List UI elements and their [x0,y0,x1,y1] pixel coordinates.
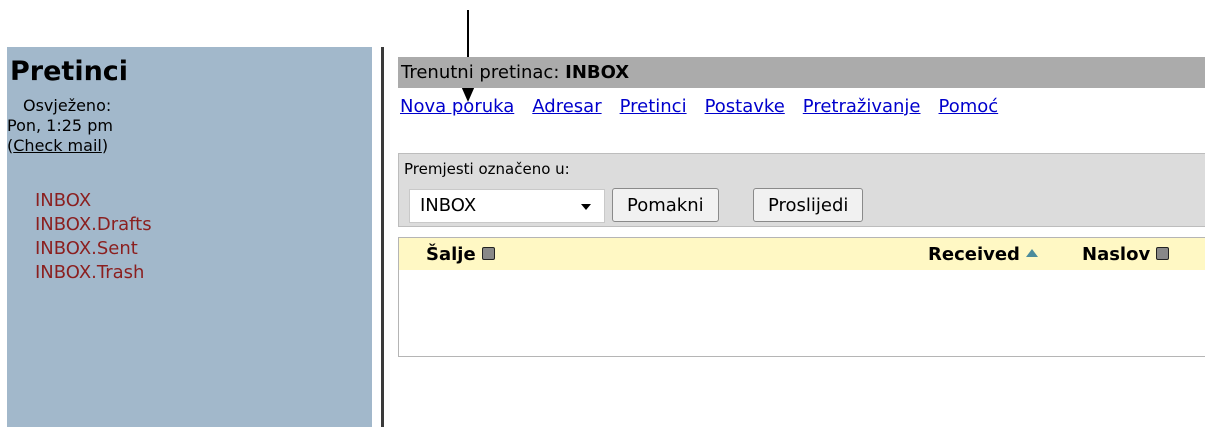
chevron-down-icon [581,204,591,210]
column-from[interactable]: Šalje [426,244,495,265]
sort-icon[interactable] [1156,246,1170,260]
column-from-label: Šalje [426,244,476,265]
column-subject[interactable]: Naslov [1082,244,1170,265]
refresh-time: Pon, 1:25 pm [7,116,113,135]
nav-help[interactable]: Pomoć [939,96,999,117]
target-folder-select[interactable]: INBOX [409,189,605,223]
column-received[interactable]: Received [928,244,1038,265]
folder-list: INBOX INBOX.Drafts INBOX.Sent INBOX.Tras… [35,189,152,285]
sort-icon[interactable] [481,246,495,260]
current-folder-label: Trenutni pretinac: [401,62,566,83]
refresh-label: Osvježeno: [23,96,112,115]
move-label: Premjesti označeno u: [404,160,570,178]
move-button[interactable]: Pomakni [612,188,719,222]
folder-sidebar: Pretinci Osvježeno: Pon, 1:25 pm (Check … [7,47,372,427]
nav-compose[interactable]: Nova poruka [400,96,514,117]
frame-divider[interactable] [381,47,384,427]
folder-link-drafts[interactable]: INBOX.Drafts [35,213,152,237]
folder-link-sent[interactable]: INBOX.Sent [35,237,152,261]
main-nav: Nova poruka Adresar Pretinci Postavke Pretra… [400,96,1016,117]
check-mail: (Check mail) [7,136,108,155]
current-folder-bar: Trenutni pretinac: INBOX [398,57,1205,88]
nav-folders[interactable]: Pretinci [620,96,687,117]
forward-button[interactable]: Proslijedi [753,188,864,222]
current-folder-name: INBOX [565,62,630,83]
message-list-header: Šalje Received Naslov [399,238,1205,270]
target-folder-value: INBOX [420,195,477,216]
message-list: Šalje Received Naslov [398,237,1205,357]
move-toolbar: Premjesti označeno u: INBOX Pomakni Pros… [398,153,1205,227]
check-mail-paren-close: ) [101,136,109,155]
folder-link-inbox[interactable]: INBOX [35,189,152,213]
sort-ascending-icon[interactable] [1025,249,1038,257]
sidebar-title: Pretinci [10,56,129,87]
column-subject-label: Naslov [1082,244,1151,265]
nav-options[interactable]: Postavke [705,96,785,117]
column-received-label: Received [928,244,1020,265]
folder-link-trash[interactable]: INBOX.Trash [35,261,152,285]
check-mail-link[interactable]: Check mail [13,136,102,155]
current-folder-title: Trenutni pretinac: INBOX [401,62,629,83]
nav-addresses[interactable]: Adresar [532,96,601,117]
nav-search[interactable]: Pretraživanje [803,96,921,117]
